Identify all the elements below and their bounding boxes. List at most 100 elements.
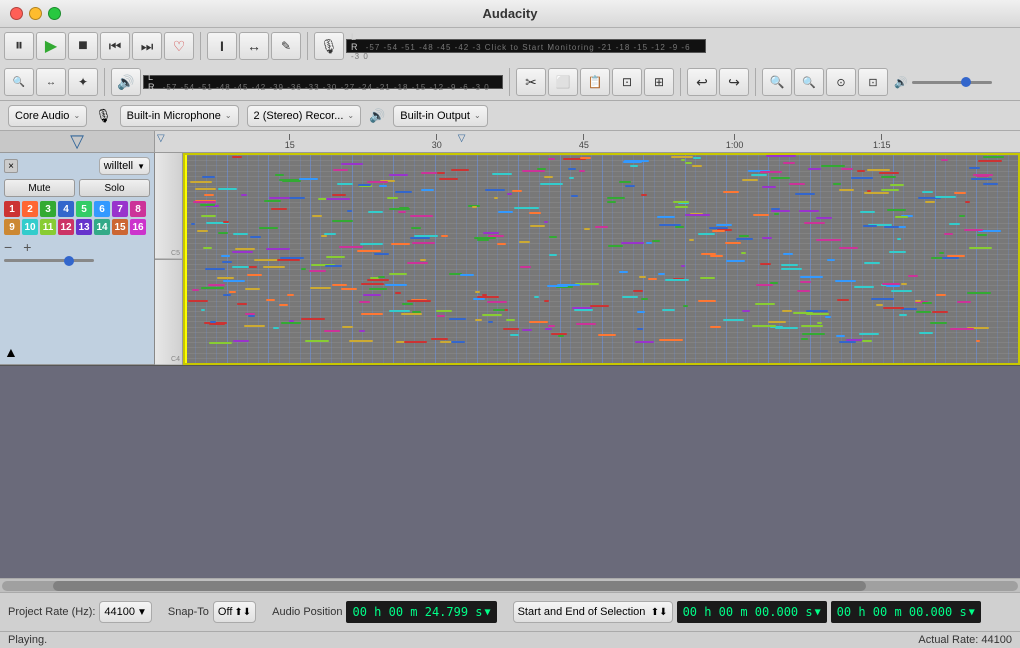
midi-note [899,314,907,316]
output-selector[interactable]: Built-in Output ⌄ [393,105,487,127]
midi-note [324,330,340,332]
ch-15[interactable]: 15 [112,219,128,235]
track-volume-slider[interactable] [4,259,94,262]
solo-button[interactable]: Solo [79,179,150,197]
track-close-button[interactable]: × [4,159,18,173]
grid-vline [914,155,915,363]
ch-1[interactable]: 1 [4,201,20,217]
scrollbar-track[interactable] [2,581,1018,591]
ch-13[interactable]: 13 [76,219,92,235]
channels-selector[interactable]: 2 (Stereo) Recor... ⌄ [247,105,362,127]
project-rate-control[interactable]: 44100 ▼ [99,601,152,623]
zoom-tool-button[interactable]: ↔ [239,32,269,60]
ch-6[interactable]: 6 [94,201,110,217]
add-channel-button[interactable]: + [23,239,31,255]
close-button[interactable] [10,7,23,20]
midi-note [321,235,327,237]
redo-button[interactable]: ↪ [719,68,749,96]
midi-note [771,210,790,212]
ch-3[interactable]: 3 [40,201,56,217]
collapse-button[interactable]: ▲ [4,344,18,360]
draw-tool-button[interactable]: ✎ [271,32,301,60]
stop-button[interactable]: ■ [68,32,98,60]
midi-note [723,191,739,193]
remove-channel-button[interactable]: − [4,239,12,255]
horizontal-scrollbar[interactable] [0,578,1020,592]
midi-note [932,311,948,313]
midi-note [816,217,832,219]
grid-vline [810,155,811,363]
grid-vline [987,155,988,363]
midi-grid[interactable] [183,153,1020,365]
copy-button[interactable]: ⬜ [548,68,578,96]
divider1 [200,32,201,60]
grid-vline [216,155,217,363]
grid-vline [654,155,655,363]
zoom-in-button[interactable]: 🔍 [762,68,792,96]
midi-note [804,222,824,224]
volume-slider[interactable] [912,81,992,84]
scrollbar-thumb[interactable] [53,581,866,591]
ch-8[interactable]: 8 [130,201,146,217]
midi-note [339,246,363,248]
ch-2[interactable]: 2 [22,201,38,217]
midi-note [232,156,242,158]
ch-5[interactable]: 5 [76,201,92,217]
ch-16[interactable]: 16 [130,219,146,235]
zoom-sel-button[interactable]: 🔍 [4,68,34,96]
zoom-star-button[interactable]: ✦ [68,68,98,96]
ch-10[interactable]: 10 [22,219,38,235]
input-selector[interactable]: Built-in Microphone ⌄ [120,105,239,127]
selection-end-field[interactable]: 00 h 00 m 00.000 s ▼ [831,601,981,623]
zoom-fit3-button[interactable]: ⊡ [858,68,888,96]
ch-9[interactable]: 9 [4,219,20,235]
ruler-content[interactable]: ▽ ▽ 1530451:001:15 [155,131,1020,152]
selection-type-control[interactable]: Start and End of Selection ⬆⬇ [513,601,673,623]
record-meter-button[interactable]: 🎙 [314,32,344,60]
midi-note [756,284,773,286]
midi-note [859,333,879,335]
midi-note [884,226,898,228]
loop-button[interactable]: ♡ [164,32,194,60]
mute-button[interactable]: Mute [4,179,75,197]
midi-note [949,223,960,225]
midi-note [449,318,466,320]
midi-note [659,339,683,341]
ch-7[interactable]: 7 [112,201,128,217]
trim-button[interactable]: ⊡ [612,68,642,96]
playback-meter-button[interactable]: 🔊 [111,68,141,96]
zoom-fit-button[interactable]: ↔ [36,68,66,96]
paste-button[interactable]: 📋 [580,68,610,96]
play-button[interactable]: ▶ [36,32,66,60]
undo-button[interactable]: ↩ [687,68,717,96]
silence-button[interactable]: ⊞ [644,68,674,96]
ch-4[interactable]: 4 [58,201,74,217]
midi-note [520,266,531,268]
track-name-dropdown[interactable]: willtell ▼ [99,157,150,175]
selection-start-field[interactable]: 00 h 00 m 00.000 s ▼ [677,601,827,623]
ch-11[interactable]: 11 [40,219,56,235]
divider2 [307,32,308,60]
ch-12[interactable]: 12 [58,219,74,235]
midi-note [736,238,753,240]
midi-note [580,157,591,159]
midi-note [233,340,250,342]
minimize-button[interactable] [29,7,42,20]
grid-vline [445,155,446,363]
snap-to-control[interactable]: Off ⬆⬇ [213,601,256,623]
maximize-button[interactable] [48,7,61,20]
select-tool-button[interactable]: I [207,32,237,60]
midi-note [369,288,387,290]
ch-14[interactable]: 14 [94,219,110,235]
midi-note [742,310,750,312]
status-row-info: Playing. Actual Rate: 44100 [0,632,1020,648]
pause-button[interactable]: ⏸ [4,32,34,60]
cut-button[interactable]: ✂ [516,68,546,96]
zoom-normal-button[interactable]: ⊙ [826,68,856,96]
zoom-out-button[interactable]: 🔍 [794,68,824,96]
forward-button[interactable]: ⏭ [132,32,162,60]
rewind-button[interactable]: ⏮ [100,32,130,60]
host-selector[interactable]: Core Audio ⌄ [8,105,87,127]
audio-position-field[interactable]: 00 h 00 m 24.799 s ▼ [346,601,496,623]
midi-note [472,206,477,208]
